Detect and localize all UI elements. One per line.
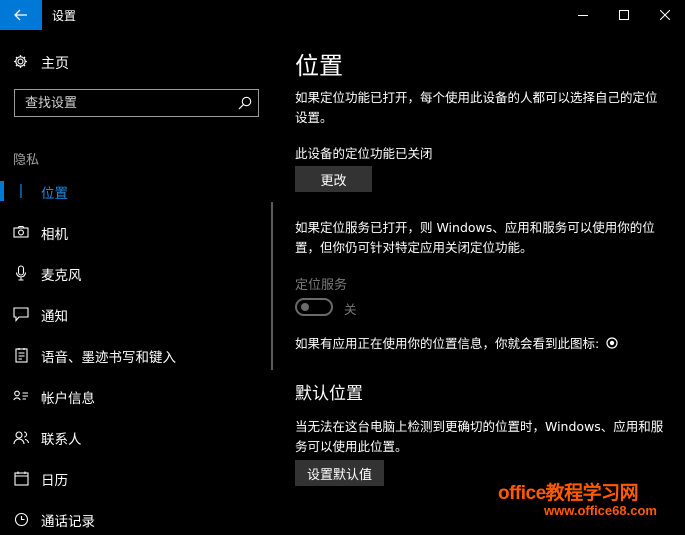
speech-icon bbox=[13, 347, 29, 363]
section-heading-privacy: 隐私 bbox=[13, 153, 40, 168]
change-button[interactable]: 更改 bbox=[295, 166, 372, 192]
sidebar-item-label: 语音、墨迹书写和键入 bbox=[41, 350, 176, 366]
default-location-heading: 默认位置 bbox=[295, 384, 363, 404]
location-icon bbox=[13, 183, 29, 199]
page-title: 位置 bbox=[295, 52, 343, 80]
sidebar-item-calendar[interactable]: 日历 bbox=[0, 462, 270, 494]
location-intro-text: 如果定位功能已打开，每个使用此设备的人都可以选择自己的定位设置。 bbox=[295, 90, 658, 125]
location-service-description: 如果定位服务已打开，则 Windows、应用和服务可以使用你的位置，但你仍可针对… bbox=[295, 220, 655, 255]
sidebar-item-label: 通话记录 bbox=[41, 514, 95, 530]
gear-icon bbox=[13, 54, 28, 73]
location-indicator-text: 如果有应用正在使用你的位置信息，你就会看到此图标: bbox=[295, 333, 618, 352]
sidebar-item-call-history[interactable]: 通话记录 bbox=[0, 503, 270, 535]
sidebar-item-label: 帐户信息 bbox=[41, 391, 95, 407]
search-icon[interactable] bbox=[238, 95, 252, 114]
window-title: 设置 bbox=[52, 9, 77, 23]
contacts-icon bbox=[13, 429, 29, 445]
minimize-button[interactable] bbox=[563, 0, 603, 30]
sidebar-item-speech[interactable]: 语音、墨迹书写和键入 bbox=[0, 339, 270, 371]
set-default-button[interactable]: 设置默认值 bbox=[295, 460, 384, 486]
close-button[interactable] bbox=[645, 0, 685, 30]
sidebar-item-camera[interactable]: 相机 bbox=[0, 216, 270, 248]
call-history-icon bbox=[13, 511, 29, 527]
sidebar-home-label: 主页 bbox=[41, 56, 69, 72]
notification-icon bbox=[13, 306, 29, 322]
camera-icon bbox=[13, 224, 29, 240]
sidebar-item-contacts[interactable]: 联系人 bbox=[0, 421, 270, 453]
title-bar: 设置 bbox=[0, 0, 685, 30]
watermark: office教程学习网 www.office68.com bbox=[498, 478, 678, 526]
location-service-state: 关 bbox=[344, 302, 357, 317]
sidebar-item-label: 联系人 bbox=[41, 432, 82, 448]
sidebar-item-location[interactable]: 位置 bbox=[0, 175, 270, 207]
calendar-icon bbox=[13, 470, 29, 486]
arrow-left-icon bbox=[14, 9, 27, 21]
sidebar-item-label: 通知 bbox=[41, 309, 68, 325]
sidebar-item-home[interactable]: 主页 bbox=[0, 51, 280, 73]
back-button[interactable] bbox=[0, 0, 42, 30]
toggle-knob bbox=[301, 303, 309, 311]
sidebar-item-label: 位置 bbox=[41, 186, 68, 202]
active-indicator bbox=[0, 181, 4, 201]
account-info-icon bbox=[13, 388, 29, 404]
device-location-status: 此设备的定位功能已关闭 bbox=[295, 146, 433, 161]
maximize-button[interactable] bbox=[604, 0, 644, 30]
sidebar-item-label: 相机 bbox=[41, 227, 68, 243]
maximize-icon bbox=[619, 10, 629, 20]
search-box[interactable] bbox=[14, 89, 259, 117]
microphone-icon bbox=[13, 265, 29, 281]
sidebar-item-microphone[interactable]: 麦克风 bbox=[0, 257, 270, 289]
search-input[interactable] bbox=[15, 90, 235, 116]
minimize-icon bbox=[578, 15, 588, 16]
sidebar-item-notifications[interactable]: 通知 bbox=[0, 298, 270, 330]
sidebar-scrollbar[interactable] bbox=[271, 202, 273, 370]
location-in-use-icon bbox=[606, 337, 618, 349]
close-icon bbox=[660, 10, 670, 20]
sidebar: 主页 隐私 位置 相机 麦克风 通知 bbox=[0, 30, 280, 531]
sidebar-item-label: 麦克风 bbox=[41, 268, 82, 284]
location-service-toggle[interactable] bbox=[295, 298, 333, 316]
watermark-title: office教程学习网 bbox=[498, 483, 639, 504]
location-service-label: 定位服务 bbox=[295, 278, 348, 293]
sidebar-item-label: 日历 bbox=[41, 473, 68, 489]
sidebar-item-account-info[interactable]: 帐户信息 bbox=[0, 380, 270, 412]
location-indicator-label: 如果有应用正在使用你的位置信息，你就会看到此图标: bbox=[295, 336, 600, 351]
watermark-url: www.office68.com bbox=[544, 503, 657, 518]
default-location-description: 当无法在这台电脑上检测到更确切的位置时，Windows、应用和服务可以使用此位置… bbox=[295, 419, 664, 454]
